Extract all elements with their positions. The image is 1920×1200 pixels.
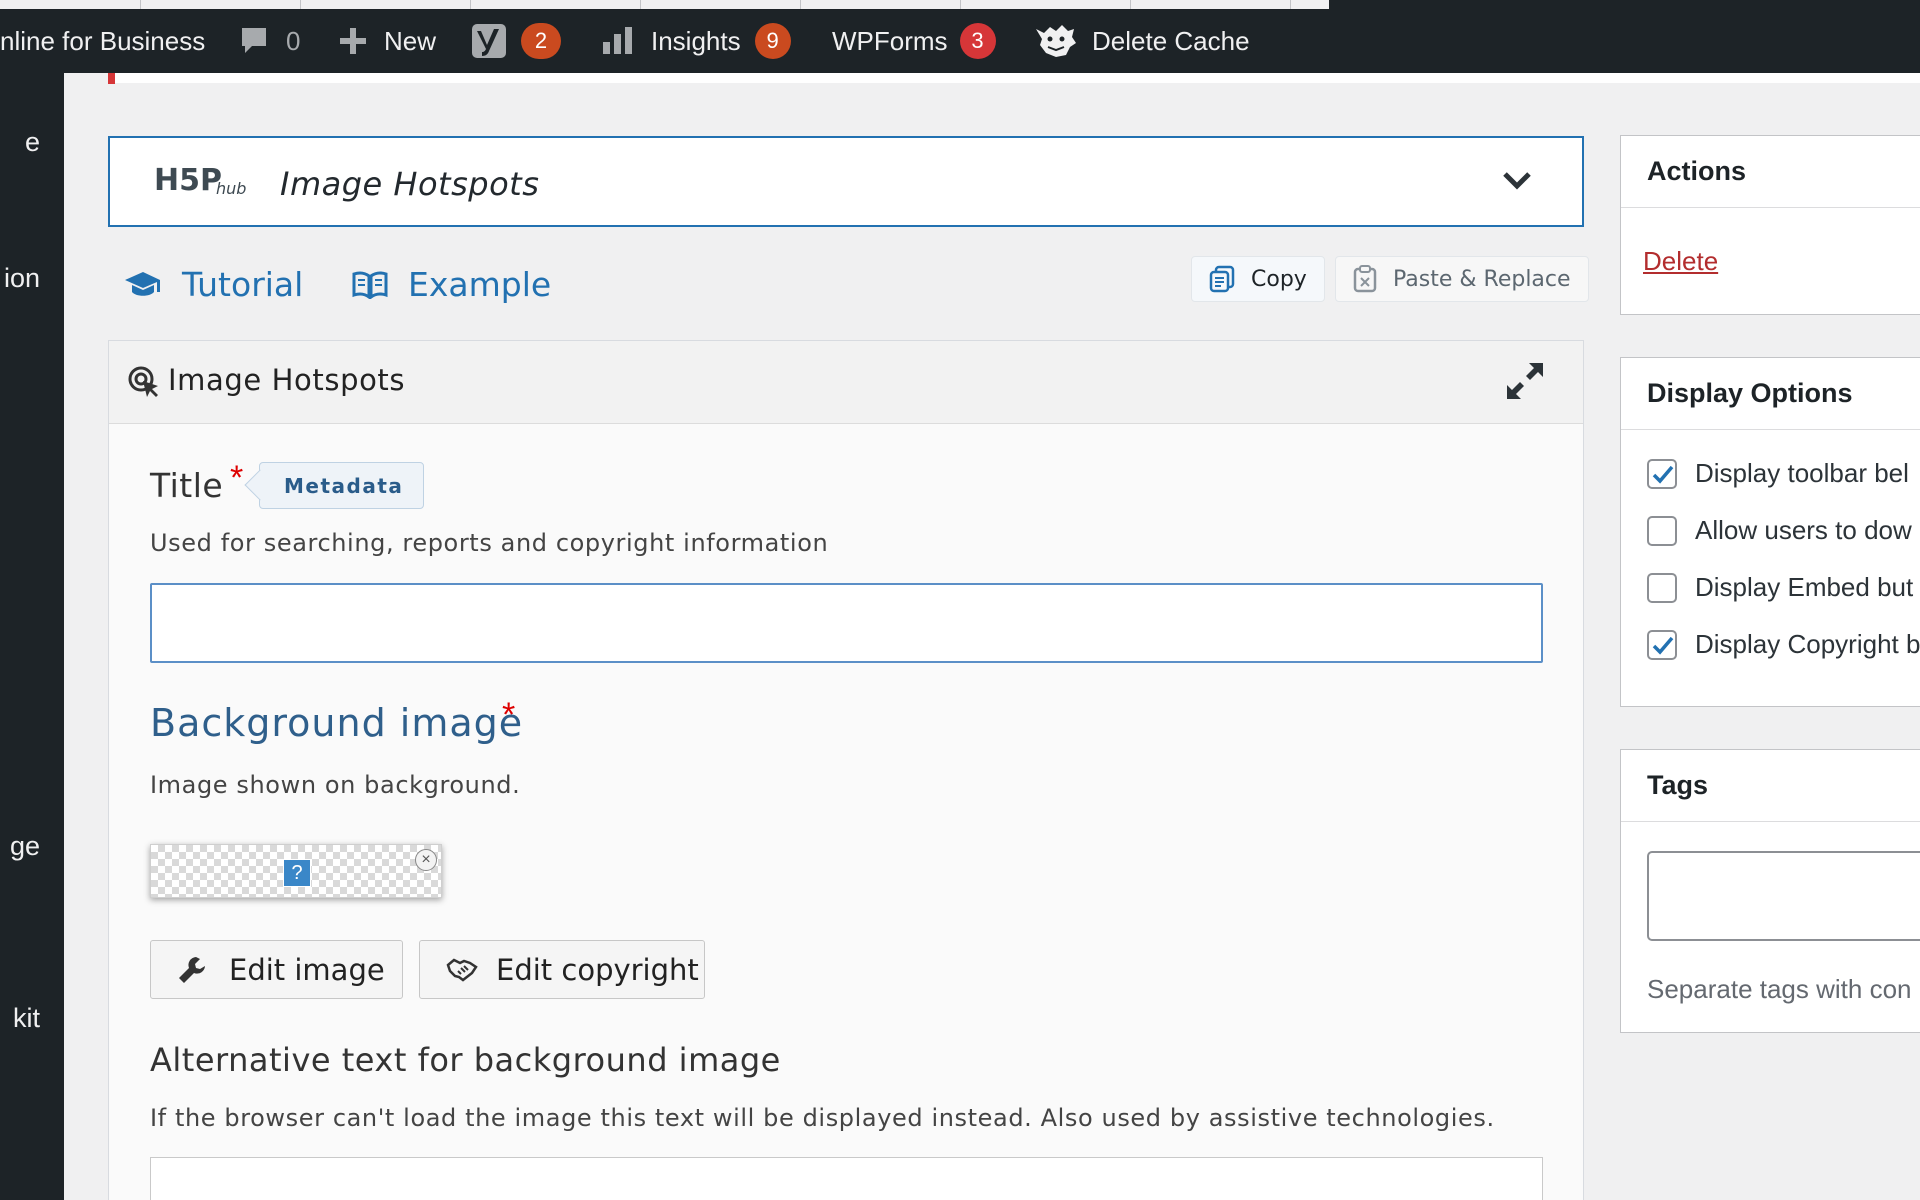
background-image-label: Background image	[150, 701, 524, 745]
alt-text-description: If the browser can't load the image this…	[150, 1104, 1495, 1132]
chevron-down-icon[interactable]	[1502, 170, 1532, 192]
insights-badge: 9	[754, 23, 791, 59]
missing-image-icon: ?	[283, 859, 311, 887]
edit-copyright-label: Edit copyright	[496, 952, 699, 987]
yoast-icon	[471, 23, 507, 59]
example-label: Example	[408, 265, 552, 304]
copy-label: Copy	[1251, 266, 1307, 292]
admin-bar-delete-cache[interactable]: Delete Cache	[1032, 9, 1250, 73]
actions-box: Actions Delete	[1620, 135, 1920, 315]
sidebar-item-3[interactable]: ge	[10, 831, 40, 862]
comments-count: 0	[286, 25, 301, 56]
checkbox-checked[interactable]	[1647, 629, 1677, 660]
notice-edge	[108, 73, 115, 84]
example-link[interactable]: Example	[352, 265, 551, 304]
editor-header: Image Hotspots	[109, 341, 1583, 424]
option-label: Allow users to dow	[1695, 515, 1912, 545]
alt-text-input[interactable]	[150, 1157, 1543, 1200]
handshake-icon	[420, 957, 500, 983]
checkbox-checked[interactable]	[1647, 458, 1677, 489]
hotspot-icon	[127, 365, 159, 399]
book-icon	[352, 270, 408, 299]
graduation-cap-icon	[124, 270, 182, 300]
title-field-description: Used for searching, reports and copyrigh…	[150, 529, 829, 557]
option-label: Display Copyright b	[1695, 629, 1920, 659]
option-display-toolbar[interactable]: Display toolbar bel	[1647, 458, 1909, 489]
wrench-icon	[151, 955, 229, 985]
tutorial-label: Tutorial	[182, 265, 304, 304]
alt-text-label: Alternative text for background image	[150, 1041, 781, 1079]
new-label: New	[384, 25, 437, 56]
admin-sidebar: e ion ge kit	[0, 73, 64, 1200]
content-top-edge	[108, 73, 1920, 83]
copy-icon	[1209, 265, 1251, 293]
option-display-copyright[interactable]: Display Copyright b	[1647, 629, 1920, 660]
admin-bar-wpforms[interactable]: WPForms 3	[832, 9, 996, 73]
admin-bar-comments[interactable]: 0	[240, 9, 300, 73]
delete-cache-label: Delete Cache	[1092, 25, 1250, 56]
wpforms-badge: 3	[959, 23, 996, 59]
option-allow-download[interactable]: Allow users to dow	[1647, 515, 1912, 546]
comment-icon	[240, 26, 268, 56]
tags-hint: Separate tags with con	[1647, 974, 1912, 1004]
checkbox-unchecked[interactable]	[1647, 572, 1677, 603]
plus-icon	[338, 26, 368, 56]
display-options-box: Display Options Display toolbar bel Allo…	[1620, 357, 1920, 707]
wpforms-label: WPForms	[832, 25, 948, 56]
sidebar-item-4[interactable]: kit	[13, 1003, 40, 1034]
hub-content-type-selector[interactable]: H5P hub Image Hotspots	[108, 136, 1584, 227]
background-required-mark: *	[502, 696, 516, 734]
sidebar-item-1[interactable]: e	[25, 127, 40, 158]
copy-button[interactable]: Copy	[1191, 256, 1325, 302]
remove-image-icon[interactable]: ×	[415, 849, 437, 871]
yoast-badge: 2	[521, 23, 561, 59]
option-label: Display Embed but	[1695, 572, 1914, 602]
background-image-thumbnail[interactable]: ? ×	[150, 844, 442, 898]
admin-bar-insights[interactable]: Insights 9	[601, 9, 791, 73]
svg-text:H5P: H5P	[154, 164, 222, 198]
edit-copyright-button[interactable]: Edit copyright	[419, 940, 705, 999]
clipboard-icon	[1353, 265, 1393, 293]
title-required-mark: *	[230, 459, 244, 497]
edit-image-label: Edit image	[229, 952, 385, 987]
edit-image-button[interactable]: Edit image	[150, 940, 403, 999]
sidebar-item-2[interactable]: ion	[4, 263, 40, 294]
tags-box: Tags Separate tags with con	[1620, 749, 1920, 1033]
content-editor: Image Hotspots Title * Metadata Used for…	[108, 340, 1584, 1200]
delete-link[interactable]: Delete	[1643, 246, 1718, 277]
tags-input[interactable]	[1647, 851, 1920, 941]
option-display-embed[interactable]: Display Embed but	[1647, 572, 1913, 603]
admin-bar-yoast[interactable]: 2	[471, 9, 561, 73]
paste-replace-button[interactable]: Paste & Replace	[1335, 256, 1589, 302]
bar-chart-icon	[601, 26, 635, 56]
admin-bar: nline for Business 0 New 2 Insights 9 WP…	[0, 0, 1920, 73]
site-name-label: nline for Business	[0, 25, 206, 56]
checkbox-unchecked[interactable]	[1647, 515, 1677, 546]
admin-bar-new[interactable]: New	[338, 9, 436, 73]
display-options-title: Display Options	[1621, 358, 1920, 430]
svg-text:hub: hub	[216, 179, 246, 198]
browser-top-strip	[0, 0, 1920, 9]
actions-title: Actions	[1621, 136, 1920, 208]
metadata-button[interactable]: Metadata	[259, 462, 425, 509]
h5p-hub-logo: H5P hub	[154, 164, 250, 198]
title-input[interactable]	[150, 583, 1543, 663]
fullscreen-icon[interactable]	[1505, 361, 1545, 401]
title-field-label: Title	[150, 466, 224, 505]
tags-title: Tags	[1621, 750, 1920, 822]
selected-content-type: Image Hotspots	[280, 165, 540, 203]
editor-header-title: Image Hotspots	[168, 363, 406, 397]
panther-icon	[1032, 23, 1078, 59]
option-label: Display toolbar bel	[1695, 458, 1909, 488]
admin-bar-site-name[interactable]: nline for Business	[0, 9, 205, 73]
insights-label: Insights	[651, 25, 741, 56]
background-image-description: Image shown on background.	[150, 771, 521, 799]
paste-replace-label: Paste & Replace	[1393, 266, 1571, 292]
tutorial-link[interactable]: Tutorial	[124, 265, 303, 304]
